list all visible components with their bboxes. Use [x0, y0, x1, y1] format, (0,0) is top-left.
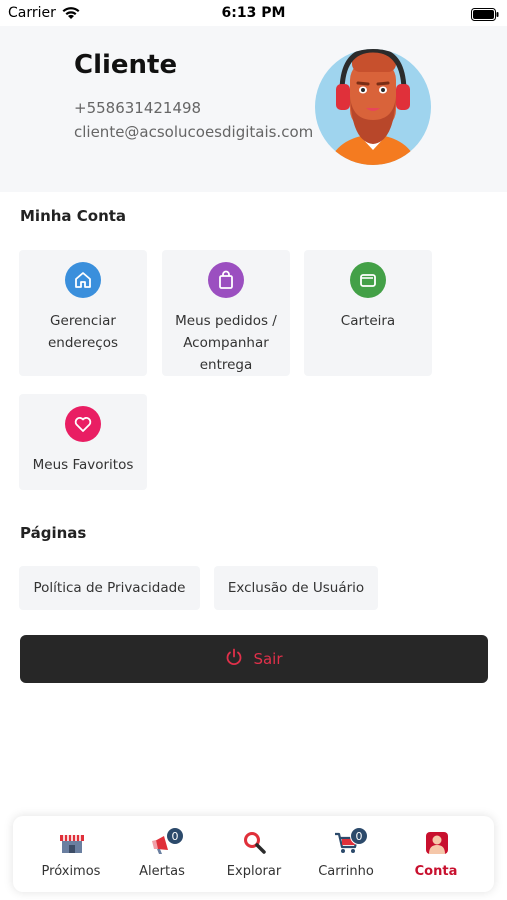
- wallet-label: Carteira: [340, 313, 396, 329]
- tab-proximos-label: Próximos: [41, 864, 101, 879]
- profile-header: Cliente +558631421498 cliente@acsolucoes…: [0, 26, 507, 192]
- search-icon: [242, 830, 268, 856]
- tab-conta[interactable]: Conta: [388, 816, 484, 892]
- tab-carrinho-label: Carrinho: [318, 864, 374, 879]
- tab-alertas[interactable]: 0 Alertas: [114, 816, 210, 892]
- user-icon: [424, 830, 450, 856]
- profile-name: Cliente: [74, 50, 178, 80]
- manage-addresses-card[interactable]: Gerenciar endereços: [19, 250, 147, 376]
- home-icon: [65, 262, 101, 298]
- manage-addresses-label: Gerenciar endereços: [47, 313, 118, 351]
- wallet-icon: [350, 262, 386, 298]
- privacy-policy-label: Política de Privacidade: [33, 580, 186, 596]
- tab-bar: Próximos 0 Alertas Explorar 0 Carrinho C…: [13, 816, 494, 892]
- pages-title: Páginas: [20, 524, 87, 542]
- tab-proximos[interactable]: Próximos: [23, 816, 119, 892]
- tab-conta-label: Conta: [414, 864, 458, 879]
- clock: 6:13 PM: [221, 5, 286, 21]
- favorites-label: Meus Favoritos: [32, 457, 134, 473]
- store-icon: [59, 830, 85, 856]
- cart-badge: 0: [350, 827, 368, 845]
- my-orders-card[interactable]: Meus pedidos / Acompanhar entrega: [162, 250, 290, 376]
- logout-label: Sair: [253, 650, 283, 668]
- delete-user-button[interactable]: Exclusão de Usuário: [214, 566, 378, 610]
- status-bar: Carrier 6:13 PM: [0, 0, 507, 26]
- my-account-title: Minha Conta: [20, 207, 127, 225]
- tab-explorar-label: Explorar: [226, 864, 282, 879]
- delete-user-label: Exclusão de Usuário: [227, 580, 365, 596]
- wallet-card[interactable]: Carteira: [304, 250, 432, 376]
- tab-explorar[interactable]: Explorar: [206, 816, 302, 892]
- tab-alertas-label: Alertas: [139, 864, 185, 879]
- tab-carrinho[interactable]: 0 Carrinho: [298, 816, 394, 892]
- shopping-bag-icon: [208, 262, 244, 298]
- profile-email: cliente@acsolucoesdigitais.com: [74, 123, 314, 141]
- favorites-card[interactable]: Meus Favoritos: [19, 394, 147, 490]
- alerts-badge: 0: [166, 827, 184, 845]
- privacy-policy-button[interactable]: Política de Privacidade: [19, 566, 200, 610]
- profile-phone: +558631421498: [74, 99, 202, 117]
- heart-icon: [65, 406, 101, 442]
- my-orders-label: Meus pedidos / Acompanhar entrega: [175, 313, 277, 373]
- battery-icon: [471, 6, 499, 25]
- logout-button[interactable]: Sair: [20, 635, 488, 683]
- power-icon: [225, 648, 243, 670]
- avatar: [314, 46, 432, 168]
